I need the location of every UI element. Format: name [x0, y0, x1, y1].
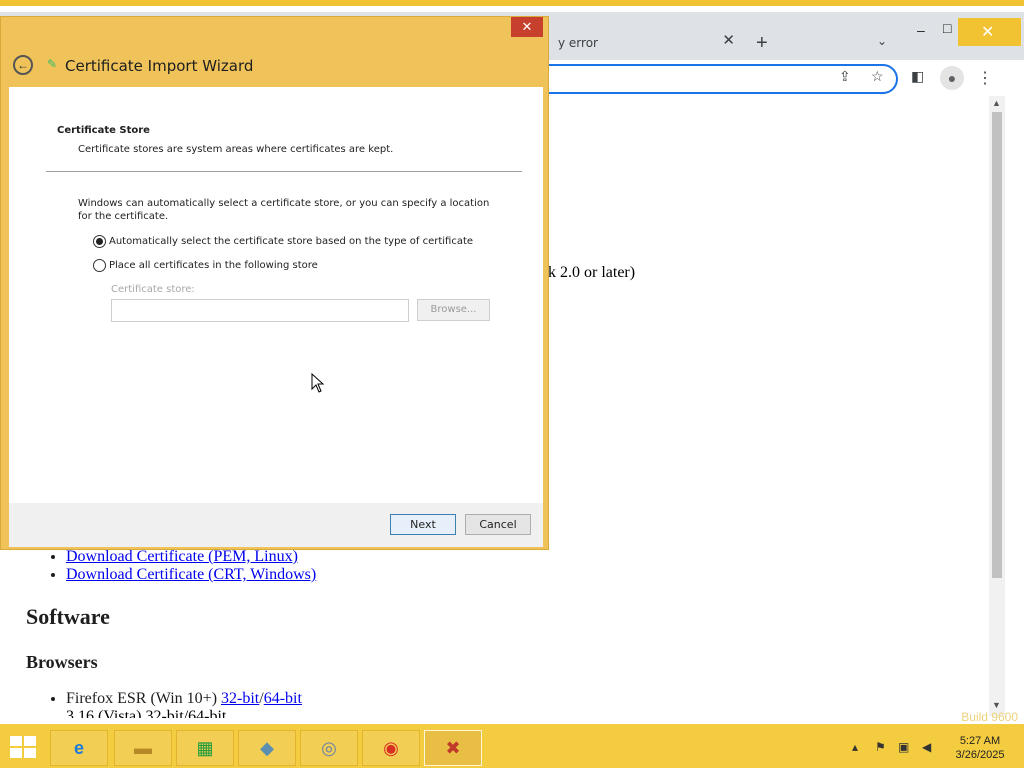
scroll-thumb[interactable] — [992, 112, 1002, 578]
scroll-up-icon[interactable]: ▲ — [992, 98, 1001, 108]
volume-icon[interactable]: ◀ — [922, 740, 931, 754]
page-partial-text: k 2.0 or later) — [548, 264, 636, 281]
show-hidden-icons-icon[interactable]: ▴ — [852, 740, 858, 754]
certificate-store-label: Certificate store: — [111, 284, 195, 295]
file-explorer-icon[interactable]: ▬ — [114, 730, 172, 766]
clock-date: 3/26/2025 — [955, 749, 1005, 761]
desktop-watermark: Build 9600 — [961, 710, 1018, 724]
browser-tab[interactable]: y error ✕ — [540, 22, 745, 60]
system-clock[interactable]: 5:27 AM 3/26/2025 — [948, 734, 1012, 762]
wizard-body: Certificate Store Certificate stores are… — [9, 87, 543, 503]
internet-explorer-icon[interactable]: e — [50, 730, 108, 766]
wizard-close-button[interactable]: ✕ — [511, 17, 543, 37]
start-button[interactable] — [10, 736, 38, 760]
wizard-title: Certificate Import Wizard — [65, 57, 254, 75]
list-item: Download Certificate (PEM, Linux) — [66, 548, 316, 566]
download-links: Download Certificate (PEM, Linux) Downlo… — [48, 548, 316, 584]
radio-place-in-store[interactable]: Place all certificates in the following … — [93, 259, 318, 272]
divider — [46, 171, 522, 172]
section-description: Certificate stores are system areas wher… — [78, 144, 394, 155]
intro-text: Windows can automatically select a certi… — [78, 198, 490, 222]
tab-search-icon[interactable]: ⌄ — [877, 34, 887, 48]
browse-button[interactable]: Browse... — [417, 299, 490, 321]
list-item: 3.16 (Vista) 32-bit/64-bit — [66, 708, 302, 718]
window-close-button[interactable]: ✕ — [958, 18, 1021, 46]
certificate-store-field[interactable] — [111, 299, 409, 322]
firefox-32bit-link[interactable]: 32-bit — [221, 690, 259, 707]
taskbar: e ▬ ▦ ◆ ◎ ◉ ✖ ▴ ⚑ ▣ ◀ 5:27 AM 3/26/2025 — [0, 728, 1024, 768]
certificate-icon: ✎ — [47, 57, 58, 71]
clock-time: 5:27 AM — [959, 735, 1001, 747]
firefox-64bit-link[interactable]: 64-bit — [264, 690, 302, 707]
scroll-down-icon[interactable]: ▼ — [992, 700, 1001, 710]
cancel-button[interactable]: Cancel — [465, 514, 531, 535]
partial-list-item-text: 3.16 (Vista) 32-bit/64-bit — [66, 708, 227, 718]
wizard-footer: Next Cancel — [9, 503, 543, 547]
radio-auto-label: Automatically select the certificate sto… — [109, 236, 474, 247]
profile-avatar-icon[interactable]: ● — [940, 66, 964, 90]
radio-button-checked[interactable] — [93, 235, 106, 248]
close-icon: ✕ — [981, 24, 995, 41]
media-icon[interactable]: ◎ — [300, 730, 358, 766]
back-arrow-icon[interactable]: ← — [13, 55, 33, 75]
minimize-button[interactable]: – — [917, 22, 925, 38]
next-button[interactable]: Next — [390, 514, 456, 535]
share-icon[interactable]: ⇪ — [839, 68, 851, 85]
browser-list: Firefox ESR (Win 10+) 32-bit/64-bit 3.16… — [48, 690, 302, 718]
side-panel-icon[interactable]: ◧ — [911, 68, 924, 85]
certificate-taskbar-icon[interactable]: ✖ — [424, 730, 482, 766]
chrome-menu-icon[interactable]: ⋮ — [977, 68, 993, 88]
certificate-import-wizard: ✕ ← ✎ Certificate Import Wizard Certific… — [0, 16, 549, 550]
radio-button-unchecked[interactable] — [93, 259, 106, 272]
radio-place-label: Place all certificates in the following … — [109, 260, 318, 271]
chrome-icon[interactable]: ◉ — [362, 730, 420, 766]
section-title: Certificate Store — [57, 125, 150, 136]
radio-auto-select[interactable]: Automatically select the certificate sto… — [93, 235, 473, 248]
maximize-button[interactable]: □ — [943, 20, 951, 36]
tab-title: y error — [558, 36, 598, 50]
action-center-flag-icon[interactable]: ⚑ — [875, 740, 886, 754]
firefox-label: Firefox ESR (Win 10+) — [66, 690, 222, 707]
new-tab-icon[interactable]: + — [756, 32, 768, 55]
list-item: Firefox ESR (Win 10+) 32-bit/64-bit — [66, 690, 302, 708]
page-scrollbar[interactable]: ▲ ▼ — [989, 96, 1005, 716]
wizard-app-icon[interactable]: ◆ — [238, 730, 296, 766]
store-icon[interactable]: ▦ — [176, 730, 234, 766]
software-heading: Software — [26, 604, 110, 629]
bookmark-star-icon[interactable]: ☆ — [871, 68, 884, 85]
download-crt-link[interactable]: Download Certificate (CRT, Windows) — [66, 566, 316, 583]
download-pem-link[interactable]: Download Certificate (PEM, Linux) — [66, 548, 298, 565]
list-item: Download Certificate (CRT, Windows) — [66, 566, 316, 584]
network-icon[interactable]: ▣ — [898, 740, 909, 754]
tab-close-icon[interactable]: ✕ — [722, 31, 735, 49]
browsers-heading: Browsers — [26, 652, 98, 672]
